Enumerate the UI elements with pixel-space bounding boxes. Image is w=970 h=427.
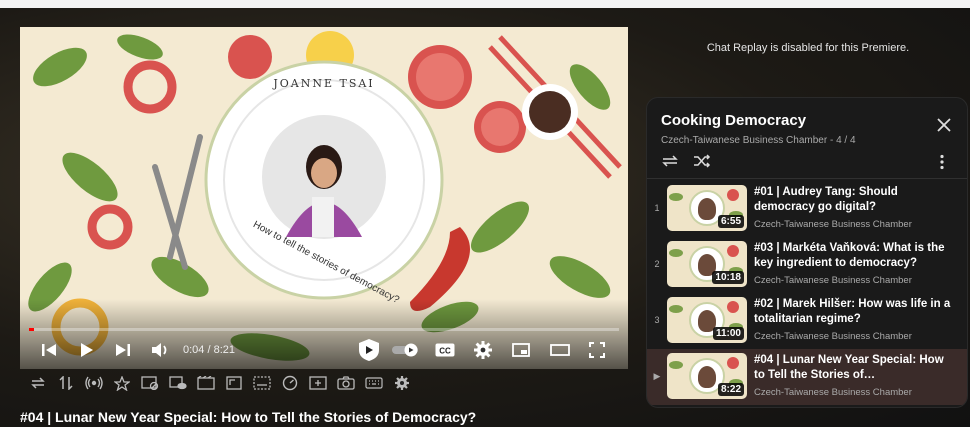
volume-icon [152,343,167,357]
screenshot-button[interactable] [332,373,360,393]
film-button[interactable] [192,373,220,393]
sort-icon [59,376,73,390]
crop-icon [226,376,242,390]
playlist-item[interactable]: ▶ 8:22 #04 | Lunar New Year Special: How t… [647,349,967,405]
playlist-item-thumbnail[interactable]: 8:22 [667,353,747,399]
time-display: 0:04 / 8:21 [183,344,235,356]
speed-button[interactable] [276,373,304,393]
repeat-button[interactable] [24,373,52,393]
playlist-item-channel: Czech-Taiwanese Business Chamber [754,219,912,230]
close-icon [937,118,951,132]
previous-icon [42,344,56,356]
plus-box-button[interactable] [304,373,332,393]
keyboard-button[interactable] [360,373,388,393]
plus-box-icon [309,376,327,390]
speed-icon [282,375,298,391]
crop-button[interactable] [220,373,248,393]
sauce-bowl-decor [522,84,578,140]
close-playlist-button[interactable] [937,118,951,137]
playlist-item-duration: 8:22 [717,383,744,396]
shuffle-playlist-button[interactable] [693,154,711,173]
no-frames-button[interactable] [136,373,164,393]
star-icon [114,375,130,391]
no-frames-icon [141,376,159,390]
progress-fill [29,328,34,331]
playlist-title[interactable]: Cooking Democracy [661,112,806,129]
playlist-item-index: 1 [654,203,660,213]
theater-button[interactable] [546,337,574,363]
preview-button[interactable] [164,373,192,393]
playlist-item-index: 2 [654,259,660,269]
loop-playlist-button[interactable] [661,154,679,173]
sort-button[interactable] [52,373,80,393]
volume-button[interactable] [146,337,174,363]
playlist-item[interactable]: 3 11:00 #02 | Marek Hilšer: How was life i… [647,293,967,349]
camera-icon [337,376,355,390]
sponsorblock-icon [359,339,379,361]
subtitles-button[interactable] [248,373,276,393]
playlist-item-index: 3 [654,315,660,325]
more-vert-icon [940,154,944,170]
playlist-item[interactable]: 1 6:55 #01 | Audrey Tang: Should democracy… [647,181,967,237]
playlist-item-index: ▶ [653,371,661,381]
theater-icon [550,344,570,356]
settings-button[interactable] [470,337,496,363]
playlist-item-title[interactable]: #02 | Marek Hilšer: How was life in a to… [754,297,954,327]
playlist-item-title[interactable]: #01 | Audrey Tang: Should democracy go d… [754,185,954,215]
playlist-item-channel: Czech-Taiwanese Business Chamber [754,387,912,398]
film-icon [197,376,215,390]
subtitles-icon [253,376,271,390]
broadcast-button[interactable] [80,373,108,393]
sponsorblock-button[interactable] [356,337,382,363]
playlist-item-duration: 10:18 [712,271,744,284]
loop-icon [662,155,678,167]
playlist-item-title[interactable]: #04 | Lunar New Year Special: How to Tel… [754,353,954,383]
fullscreen-icon [589,342,605,358]
playlist-item-channel: Czech-Taiwanese Business Chamber [754,331,912,342]
playlist-item-title[interactable]: #03 | Markéta Vaňková: What is the key i… [754,241,954,271]
keyboard-icon [365,377,383,389]
star-button[interactable] [108,373,136,393]
autoplay-toggle[interactable] [390,337,420,363]
progress-bar[interactable] [29,328,619,331]
playlist-divider [647,178,967,179]
broadcast-icon [85,376,103,390]
captions-button[interactable]: CC [432,337,458,363]
next-icon [116,344,130,356]
playlist-subtitle: Czech-Taiwanese Business Chamber - 4 / 4 [661,135,856,146]
previous-button[interactable] [34,337,64,363]
chat-replay-message: Chat Replay is disabled for this Premier… [706,42,910,54]
video-player[interactable]: JOANNE TSAI How to tell the stories of d… [20,27,628,369]
playlist-item-channel: Czech-Taiwanese Business Chamber [754,275,912,286]
preview-icon [169,376,187,390]
gear-icon [395,376,409,390]
miniplayer-icon [512,343,530,357]
playlist-item[interactable]: 2 10:18 #03 | Markéta Vaňková: What is the… [647,237,967,293]
video-title: #04 | Lunar New Year Special: How to Tel… [20,409,477,425]
next-button[interactable] [108,337,138,363]
playlist-item-thumbnail[interactable]: 10:18 [667,241,747,287]
extension-toolbar [24,373,416,393]
playlist-panel: Cooking Democracy Czech-Taiwanese Busine… [646,97,968,408]
play-icon [81,343,93,357]
playlist-item-duration: 6:55 [717,215,744,228]
svg-text:CC: CC [439,347,451,356]
browser-top-edge [0,0,970,8]
extension-settings-button[interactable] [388,373,416,393]
autoplay-toggle-icon [392,343,418,357]
speaker-name: JOANNE TSAI [273,77,375,90]
playlist-item-thumbnail[interactable]: 6:55 [667,185,747,231]
shuffle-icon [694,154,711,168]
settings-icon [474,341,492,359]
miniplayer-button[interactable] [508,337,534,363]
playlist-item-thumbnail[interactable]: 11:00 [667,297,747,343]
playlist-item-duration: 11:00 [712,327,744,340]
repeat-icon [31,377,45,389]
playlist-menu-button[interactable] [939,154,945,175]
captions-icon: CC [435,343,455,357]
fullscreen-button[interactable] [584,337,610,363]
play-button[interactable] [72,337,102,363]
